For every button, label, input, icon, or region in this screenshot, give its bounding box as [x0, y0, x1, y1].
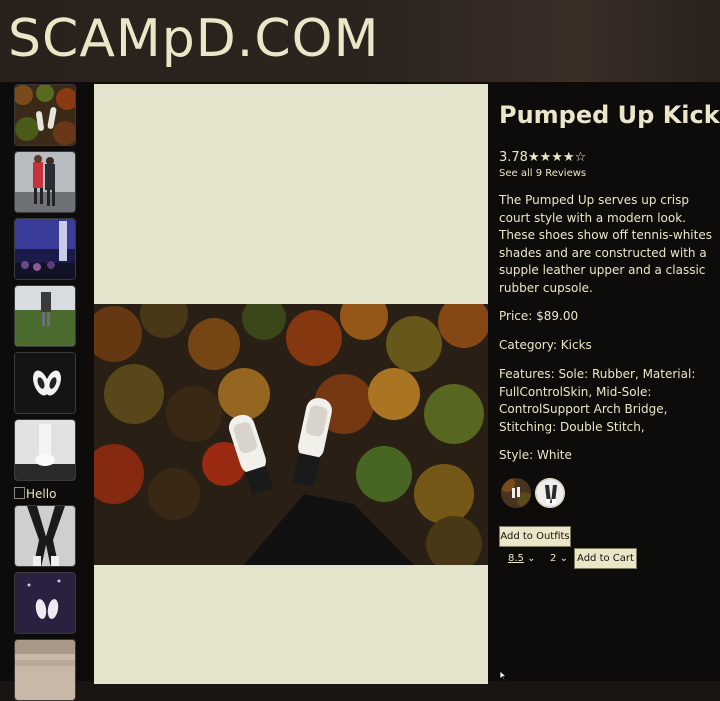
size-select[interactable]: 8.5 ⌄: [508, 553, 535, 564]
quantity-select[interactable]: 2 ⌄: [550, 553, 568, 564]
product-features: Features: Sole: Rubber, Material: FullCo…: [499, 367, 696, 434]
star-rating-icon: ★★★★☆: [527, 150, 587, 165]
chevron-down-icon: ⌄: [527, 553, 536, 564]
style-swatch-white[interactable]: [535, 478, 565, 508]
add-to-cart-button[interactable]: Add to Cart: [574, 548, 637, 569]
see-all-reviews-link[interactable]: See all 9 Reviews: [499, 168, 586, 179]
thumbnail-purple[interactable]: [14, 572, 76, 634]
thumbnail-field[interactable]: [14, 285, 76, 347]
style-swatch-forest[interactable]: [501, 478, 531, 508]
product-description: The Pumped Up serves up crisp court styl…: [499, 193, 712, 295]
product-price: Price: $89.00: [499, 309, 579, 323]
rating-value: 3.78: [499, 150, 528, 165]
add-to-outfits-button[interactable]: Add to Outfits: [499, 526, 571, 547]
thumbnail-forest[interactable]: [14, 84, 76, 146]
broken-image-icon: [14, 487, 25, 499]
product-style: Style: White: [499, 448, 572, 462]
size-select-value: 8.5: [508, 553, 524, 564]
rating: 3.78★★★★☆: [499, 150, 586, 165]
thumbnail-broken-image[interactable]: Hello: [14, 486, 78, 502]
thumbnail-street[interactable]: [14, 151, 76, 213]
thumbnail-concert[interactable]: [14, 218, 76, 280]
chevron-down-icon: ⌄: [559, 553, 568, 564]
site-logo[interactable]: SCAMpD.COM: [8, 8, 379, 70]
thumbnail-alt-text: Hello: [26, 487, 57, 501]
product-page: Hello Pumped Up Kicks 3.78★★★★☆ See all …: [0, 82, 720, 701]
main-image-viewer[interactable]: [94, 84, 488, 684]
mouse-cursor-icon: [499, 670, 508, 681]
thumbnail-sand[interactable]: [14, 639, 76, 701]
product-title: Pumped Up Kicks: [499, 101, 720, 129]
quantity-select-value: 2: [550, 553, 557, 564]
thumbnail-shoes-dark[interactable]: [14, 352, 76, 414]
thumbnail-shoes-light[interactable]: [14, 419, 76, 481]
site-header: SCAMpD.COM: [0, 0, 720, 82]
main-product-image: [94, 304, 488, 565]
thumbnail-legs[interactable]: [14, 505, 76, 567]
product-category: Category: Kicks: [499, 338, 592, 352]
